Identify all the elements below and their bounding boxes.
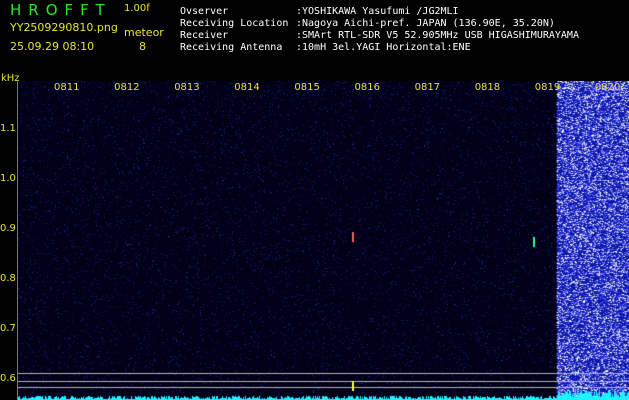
frequency-tick: 0.9 xyxy=(0,223,16,234)
location-label: Receiving Location xyxy=(180,18,289,29)
frequency-tick: 0.8 xyxy=(0,273,16,284)
observer-value: :YOSHIKAWA Yasufumi /JG2MLI xyxy=(296,6,459,17)
time-tick: 0813 xyxy=(174,82,200,93)
file-name: YY2509290810.png xyxy=(10,21,118,34)
time-tick: 0811 xyxy=(54,82,80,93)
meteor-label: meteor xyxy=(124,26,164,39)
frequency-tick: 1.0 xyxy=(0,173,16,184)
frequency-tick: 0.7 xyxy=(0,323,16,334)
time-tick: 0815 xyxy=(294,82,320,93)
time-tick: 0818 xyxy=(474,82,501,93)
time-tick: 0812 xyxy=(114,82,140,93)
time-tick: 0816 xyxy=(354,82,380,93)
receiver-value: :SMArt RTL-SDR V5 52.905MHz USB HIGASHIM… xyxy=(296,30,579,41)
app-title: HROFFT xyxy=(10,1,112,19)
capture-datetime: 25.09.29 08:10 xyxy=(10,40,95,53)
time-tick: 0820 xyxy=(594,82,621,93)
antenna-label: Receiving Antenna xyxy=(180,42,283,53)
receiver-label: Receiver xyxy=(180,30,229,41)
antenna-value: :10mH 3el.YAGI Horizontal:ENE xyxy=(296,42,471,53)
app-version: 1.00f xyxy=(124,3,150,14)
meteor-count: 8 xyxy=(139,40,146,53)
location-value: :Nagoya Aichi-pref. JAPAN (136.90E, 35.2… xyxy=(296,18,555,29)
frequency-tick: 0.6 xyxy=(0,373,16,384)
frequency-tick: 1.1 xyxy=(0,123,16,134)
spectrogram-waterfall xyxy=(18,81,629,400)
time-tick: 0819 xyxy=(534,82,561,93)
frequency-axis-line xyxy=(17,81,18,400)
time-tick: 0817 xyxy=(414,82,441,93)
observer-label: Ovserver xyxy=(180,6,229,17)
hrofft-window: HROFFT 1.00f YY2509290810.png 25.09.29 0… xyxy=(0,0,629,400)
time-tick: 0814 xyxy=(234,82,260,93)
frequency-unit-label: kHz xyxy=(1,73,20,84)
